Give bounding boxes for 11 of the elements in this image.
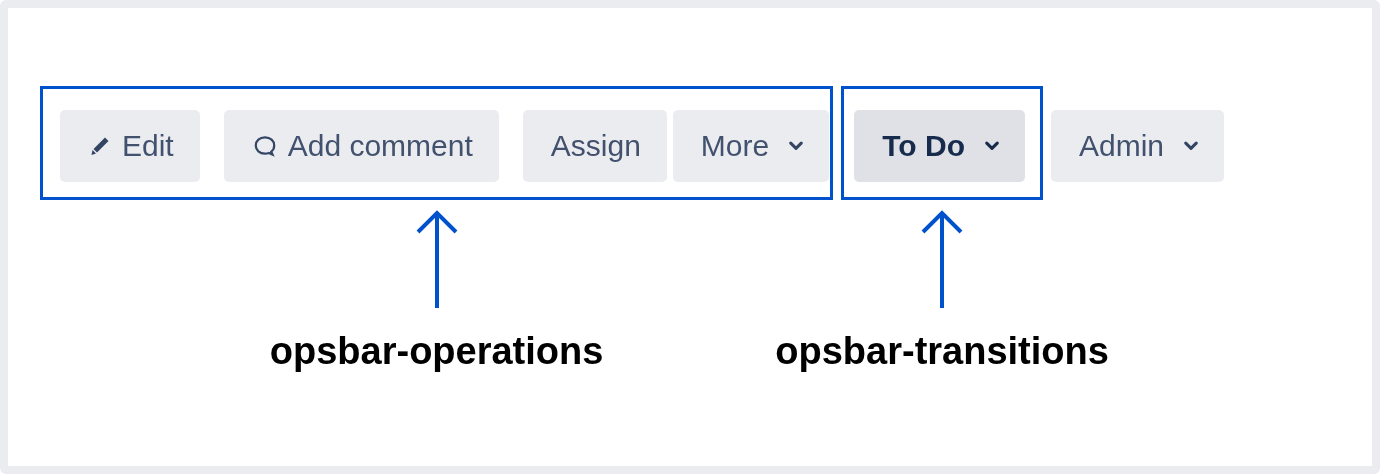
toolbar-button[interactable]: Assign bbox=[522, 110, 667, 182]
annotation-label: opsbar-operations bbox=[269, 330, 604, 373]
chevron-down-icon bbox=[984, 141, 999, 151]
annotation-label: opsbar-transitions bbox=[775, 330, 1109, 373]
toolbar-button[interactable]: Add comment bbox=[223, 110, 499, 182]
toolbar-button[interactable]: Edit bbox=[60, 110, 200, 182]
status-button[interactable]: To Do bbox=[854, 110, 1025, 182]
chevron-down-icon bbox=[789, 141, 804, 151]
chevron-down-icon bbox=[1184, 141, 1198, 151]
admin-button[interactable]: Admin bbox=[1050, 110, 1224, 182]
toolbar-button[interactable]: More bbox=[672, 110, 830, 182]
